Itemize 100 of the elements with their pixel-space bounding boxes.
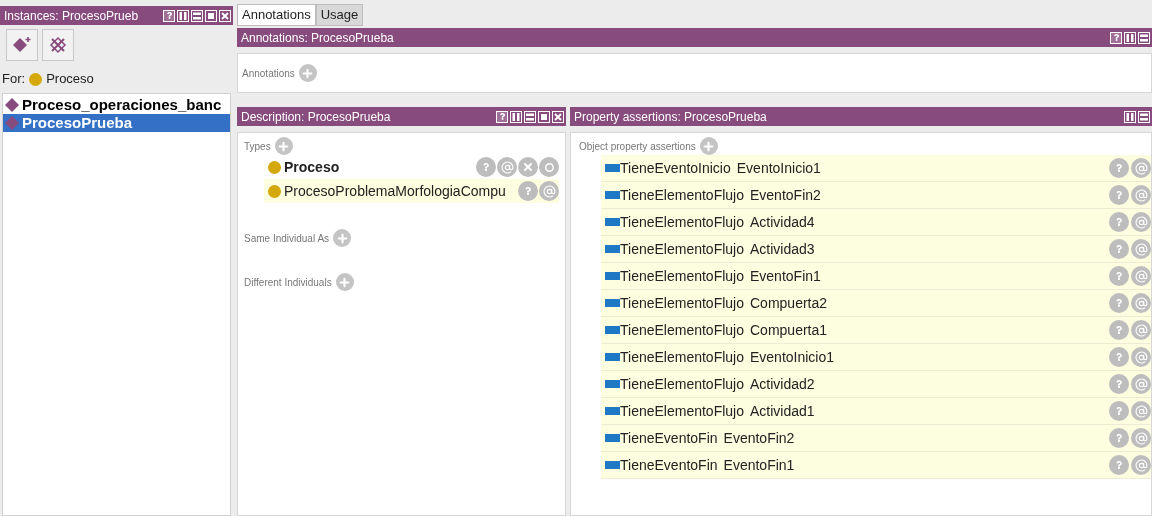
question-icon <box>498 113 506 120</box>
plus-icon <box>338 275 352 289</box>
assertion-text: TieneElementoFlujo Compuerta1 <box>620 320 829 340</box>
panel-title: Description: ProcesoPrueba <box>241 108 391 126</box>
delete-individual-button[interactable] <box>42 29 74 61</box>
at-sign-icon <box>1134 215 1148 229</box>
annotate-button[interactable] <box>1131 455 1151 475</box>
annotate-button[interactable] <box>1131 185 1151 205</box>
question-icon <box>1115 434 1123 442</box>
assertion-text: TieneElementoFlujo EventoFin2 <box>620 185 822 205</box>
add-individual-button[interactable] <box>6 29 38 61</box>
split-horizontal-icon[interactable] <box>524 110 536 123</box>
object-property-icon <box>605 407 620 415</box>
object-property-icon <box>605 191 620 199</box>
question-icon <box>1115 353 1123 361</box>
annotate-button[interactable] <box>1131 320 1151 340</box>
crossed-diamond-icon <box>49 36 67 54</box>
split-horizontal-icon[interactable] <box>1138 31 1150 44</box>
object-property-icon <box>605 353 620 361</box>
split-vertical-icon[interactable] <box>510 110 522 123</box>
plus-icon <box>702 139 716 153</box>
at-sign-icon <box>1134 458 1148 472</box>
assertion-row[interactable]: TieneElementoFlujo EventoFin2 <box>601 182 1151 209</box>
question-icon <box>1115 164 1123 172</box>
at-sign-icon <box>1134 323 1148 337</box>
assertion-text: TieneElementoFlujo Compuerta2 <box>620 293 829 313</box>
assertion-text: TieneElementoFlujo EventoFin1 <box>620 266 822 286</box>
diamond-icon <box>5 98 19 112</box>
question-icon <box>1115 299 1123 307</box>
tab[interactable]: Annotations <box>237 4 316 26</box>
annotate-button[interactable] <box>1131 266 1151 286</box>
add-button[interactable] <box>335 273 354 291</box>
delete-button[interactable] <box>518 157 538 177</box>
add-button[interactable] <box>274 137 293 155</box>
at-sign-icon <box>542 184 556 198</box>
section-label: Same Individual As <box>244 231 330 246</box>
assertion-row[interactable]: TieneEventoFin EventoFin2 <box>601 425 1151 452</box>
instance-item[interactable]: ProcesoPrueba <box>3 114 230 132</box>
annotate-button[interactable] <box>1131 158 1151 178</box>
assertion-row[interactable]: TieneElementoFlujo Actividad2 <box>601 371 1151 398</box>
type-row[interactable]: Proceso <box>264 155 559 179</box>
for-label: For: <box>2 70 26 89</box>
at-sign-icon <box>1134 350 1148 364</box>
assertion-row[interactable]: TieneElementoFlujo Compuerta1 <box>601 317 1151 344</box>
annotate-button[interactable] <box>1131 239 1151 259</box>
instance-item[interactable]: Proceso_operaciones_banc <box>3 96 230 114</box>
plus-icon <box>277 139 291 153</box>
help-button[interactable] <box>163 9 175 22</box>
object-property-icon <box>605 218 620 226</box>
assertion-row[interactable]: TieneElementoFlujo Actividad4 <box>601 209 1151 236</box>
type-row[interactable]: ProcesoProblemaMorfologiaCompu <box>264 179 559 203</box>
annotate-button[interactable] <box>497 157 517 177</box>
annotate-button[interactable] <box>539 181 559 201</box>
split-vertical-icon[interactable] <box>1124 110 1136 123</box>
assertion-row[interactable]: TieneElementoFlujo Compuerta2 <box>601 290 1151 317</box>
assertion-row[interactable]: TieneEventoFin EventoFin1 <box>601 452 1151 479</box>
split-vertical-icon[interactable] <box>1124 31 1136 44</box>
at-sign-icon <box>1134 431 1148 445</box>
at-sign-icon <box>500 160 514 174</box>
maximize-icon[interactable] <box>205 9 217 22</box>
annotate-button[interactable] <box>1131 293 1151 313</box>
add-button[interactable] <box>699 137 718 155</box>
maximize-icon[interactable] <box>538 110 550 123</box>
object-property-icon <box>605 434 620 442</box>
split-vertical-icon[interactable] <box>177 9 189 22</box>
assertion-row[interactable]: TieneEventoInicio EventoInicio1 <box>601 155 1151 182</box>
edit-button[interactable] <box>539 157 559 177</box>
section-label: Types <box>244 139 271 154</box>
add-button[interactable] <box>298 64 317 82</box>
assertion-text: TieneElementoFlujo Actividad1 <box>620 401 816 421</box>
annotate-button[interactable] <box>1131 347 1151 367</box>
assertion-text: TieneElementoFlujo EventoInicio1 <box>620 347 836 367</box>
annotate-button[interactable] <box>1131 401 1151 421</box>
help-button[interactable] <box>496 110 508 123</box>
annotate-button[interactable] <box>1131 428 1151 448</box>
split-horizontal-icon[interactable] <box>1138 110 1150 123</box>
assertion-row[interactable]: TieneElementoFlujo Actividad3 <box>601 236 1151 263</box>
tab[interactable]: Usage <box>315 4 364 26</box>
plus-icon <box>301 66 315 80</box>
question-icon <box>1112 34 1120 41</box>
assertion-row[interactable]: TieneElementoFlujo EventoInicio1 <box>601 344 1151 371</box>
annotate-button[interactable] <box>1131 374 1151 394</box>
question-icon <box>482 163 490 171</box>
object-property-icon <box>605 272 620 280</box>
object-property-icon <box>605 164 620 172</box>
assertion-text: TieneElementoFlujo Actividad2 <box>620 374 816 394</box>
circle-icon <box>544 162 554 172</box>
annotate-button[interactable] <box>1131 212 1151 232</box>
assertion-row[interactable]: TieneElementoFlujo Actividad1 <box>601 398 1151 425</box>
add-button[interactable] <box>333 229 352 247</box>
object-property-icon <box>605 299 620 307</box>
close-icon[interactable] <box>219 9 231 22</box>
assertion-row[interactable]: TieneElementoFlujo EventoFin1 <box>601 263 1151 290</box>
class-name: Proceso <box>46 70 94 89</box>
close-icon[interactable] <box>552 110 564 123</box>
at-sign-icon <box>1134 269 1148 283</box>
object-property-icon <box>605 326 620 334</box>
at-sign-icon <box>1134 296 1148 310</box>
split-horizontal-icon[interactable] <box>191 9 203 22</box>
help-button[interactable] <box>1110 31 1122 44</box>
